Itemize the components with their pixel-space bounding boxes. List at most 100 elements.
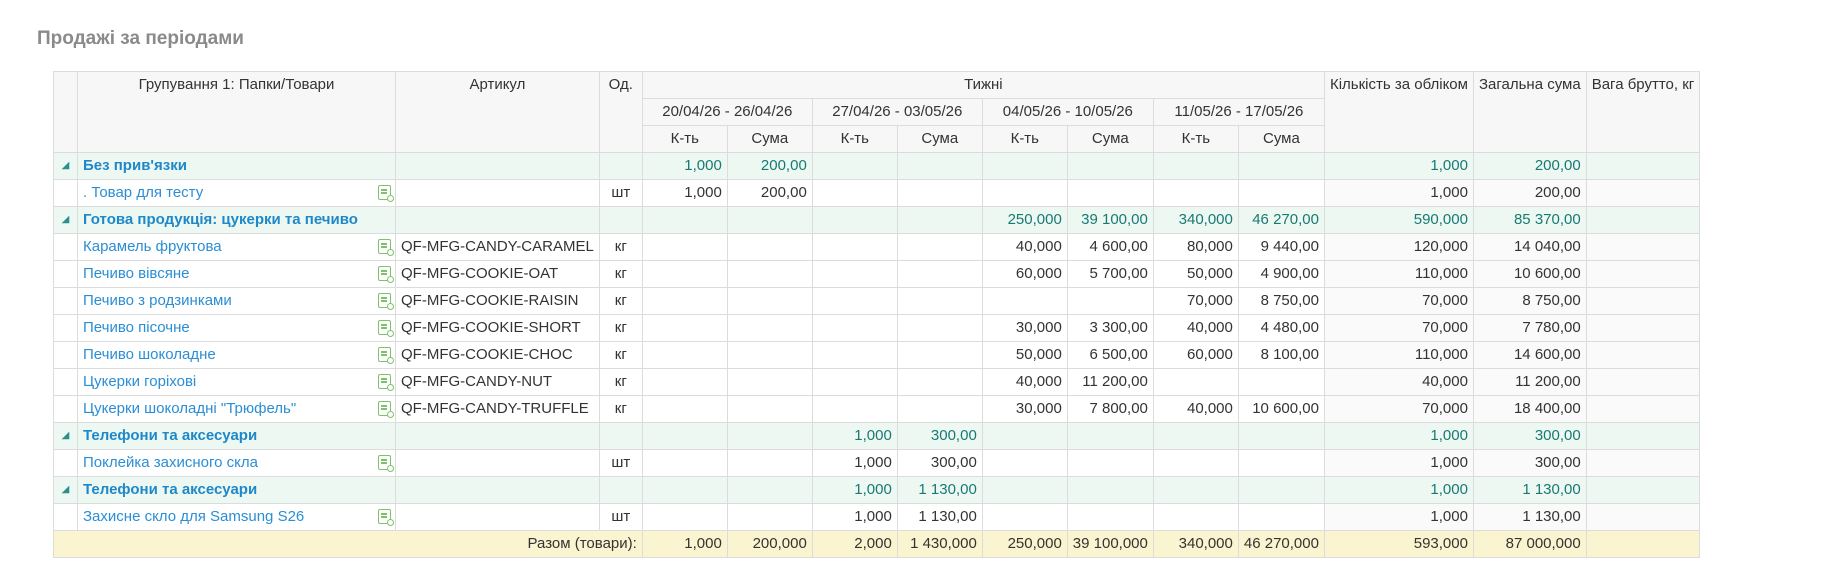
qty-subheader[interactable]: К-ть xyxy=(811,125,898,153)
weight-cell xyxy=(1585,395,1701,423)
table-row[interactable]: Печиво шоколадне QF-MFG-COOKIE-CHOC кг 50,0… xyxy=(53,341,1701,369)
product-link[interactable]: . Товар для тесту xyxy=(83,184,203,201)
expand-toggle[interactable]: ◢ xyxy=(53,152,78,180)
product-card-icon[interactable] xyxy=(378,239,394,256)
qty-total-cell: 70,000 xyxy=(1323,287,1474,315)
qty-subheader[interactable]: К-ть xyxy=(981,125,1068,153)
sum-cell: 200,00 xyxy=(726,179,813,207)
sum-cell xyxy=(896,287,983,315)
sum-cell: 300,00 xyxy=(896,449,983,477)
weeks-header: Тижні xyxy=(641,71,1325,99)
table-row[interactable]: . Товар для тесту шт 1,000 200,00 1,000 200,0… xyxy=(53,179,1701,207)
period-header: 11/05/26 - 17/05/26 xyxy=(1152,98,1325,126)
product-link[interactable]: Печиво з родзинками xyxy=(83,292,232,309)
sum-cell: 4 900,00 xyxy=(1237,260,1325,288)
expand-toggle[interactable]: ◢ xyxy=(53,476,78,504)
product-link[interactable]: Поклейка захисного скла xyxy=(83,454,258,471)
table-row[interactable]: Печиво пісочне QF-MFG-COOKIE-SHORT кг 30,00… xyxy=(53,314,1701,342)
product-link[interactable]: Печиво пісочне xyxy=(83,319,190,336)
qty-cell: 250,000 xyxy=(981,206,1068,234)
sum-subheader[interactable]: Сума xyxy=(896,125,983,153)
table-body: ◢ Без прив'язки 1,000 200,00 1,000 200,00. То… xyxy=(53,152,1701,531)
sum-cell xyxy=(726,260,813,288)
sum-cell: 10 600,00 xyxy=(1237,395,1325,423)
qty-cell xyxy=(641,287,728,315)
unit-cell xyxy=(598,422,643,450)
group-row[interactable]: ◢ Телефони та аксесуари 1,000 300,00 1,000 30… xyxy=(53,422,1701,450)
qty-subheader[interactable]: К-ть xyxy=(641,125,728,153)
sum-cell xyxy=(726,395,813,423)
qty-cell xyxy=(981,503,1068,531)
sum-subheader[interactable]: Сума xyxy=(726,125,813,153)
table-row[interactable]: Поклейка захисного скла шт 1,000 300,00 1,00… xyxy=(53,449,1701,477)
product-link[interactable]: Цукерки шоколадні "Трюфель" xyxy=(83,400,296,417)
caret-expanded-icon[interactable]: ◢ xyxy=(62,160,70,171)
qty-subheader[interactable]: К-ть xyxy=(1152,125,1239,153)
sum-cell xyxy=(896,368,983,396)
weight-cell xyxy=(1585,287,1701,315)
sum-cell xyxy=(1237,476,1325,504)
unit-cell: кг xyxy=(598,260,643,288)
table-row[interactable]: Цукерки горіхові QF-MFG-CANDY-NUT кг 40,000… xyxy=(53,368,1701,396)
total-cell: 2,000 xyxy=(811,530,898,558)
product-link[interactable]: Захисне скло для Samsung S26 xyxy=(83,508,304,525)
row-spacer xyxy=(53,314,78,342)
caret-expanded-icon[interactable]: ◢ xyxy=(62,430,70,441)
qty-cell xyxy=(981,287,1068,315)
caret-expanded-icon[interactable]: ◢ xyxy=(62,214,70,225)
product-card-icon[interactable] xyxy=(378,266,394,283)
group-row[interactable]: ◢ Готова продукція: цукерки та печиво 250,… xyxy=(53,206,1701,234)
product-link[interactable]: Печиво вівсяне xyxy=(83,265,189,282)
sum-cell xyxy=(1237,179,1325,207)
sum-total-column-header[interactable]: Загальна сума xyxy=(1472,71,1587,153)
qty-cell xyxy=(811,179,898,207)
product-card-icon[interactable] xyxy=(378,374,394,391)
table-row[interactable]: Карамель фруктова QF-MFG-CANDY-CARAMEL кг 4… xyxy=(53,233,1701,261)
group-row[interactable]: ◢ Без прив'язки 1,000 200,00 1,000 200,00 xyxy=(53,152,1701,180)
expand-column-header xyxy=(53,71,78,153)
expand-toggle[interactable]: ◢ xyxy=(53,206,78,234)
qty-cell xyxy=(811,314,898,342)
product-card-icon[interactable] xyxy=(378,293,394,310)
sum-cell xyxy=(726,449,813,477)
qty-cell: 340,000 xyxy=(1152,206,1239,234)
sum-total-cell: 14 600,00 xyxy=(1472,341,1587,369)
product-link[interactable]: Карамель фруктова xyxy=(83,238,222,255)
grouping-column-header[interactable]: Групування 1: Папки/Товари xyxy=(77,71,396,153)
article-cell: QF-MFG-COOKIE-CHOC xyxy=(395,341,600,369)
table-row[interactable]: Захисне скло для Samsung S26 шт 1,000 1 130… xyxy=(53,503,1701,531)
table-row[interactable]: Печиво з родзинками QF-MFG-COOKIE-RAISIN к… xyxy=(53,287,1701,315)
sum-subheader[interactable]: Сума xyxy=(1237,125,1325,153)
caret-expanded-icon[interactable]: ◢ xyxy=(62,484,70,495)
group-row[interactable]: ◢ Телефони та аксесуари 1,000 1 130,00 1,000… xyxy=(53,476,1701,504)
sum-cell: 7 800,00 xyxy=(1066,395,1154,423)
product-link[interactable]: Цукерки горіхові xyxy=(83,373,196,390)
qty-cell: 1,000 xyxy=(641,179,728,207)
product-card-icon[interactable] xyxy=(378,185,394,202)
sum-cell xyxy=(1066,152,1154,180)
weight-column-header[interactable]: Вага брутто, кг xyxy=(1585,71,1701,153)
total-row: Разом (товари): 1,000 200,000 2,000 1 43… xyxy=(53,530,1701,558)
qty-cell: 1,000 xyxy=(811,449,898,477)
table-row[interactable]: Печиво вівсяне QF-MFG-COOKIE-OAT кг 60,000 5… xyxy=(53,260,1701,288)
sum-total-cell: 300,00 xyxy=(1472,422,1587,450)
table-row[interactable]: Цукерки шоколадні "Трюфель" QF-MFG-CANDY-… xyxy=(53,395,1701,423)
qty-total-cell: 110,000 xyxy=(1323,260,1474,288)
qty-cell: 50,000 xyxy=(981,341,1068,369)
product-card-icon[interactable] xyxy=(378,509,394,526)
qty-total-column-header[interactable]: Кількість за обліком xyxy=(1323,71,1474,153)
product-card-icon[interactable] xyxy=(378,347,394,364)
sum-cell xyxy=(1066,179,1154,207)
expand-toggle[interactable]: ◢ xyxy=(53,422,78,450)
qty-cell: 40,000 xyxy=(1152,314,1239,342)
product-link[interactable]: Печиво шоколадне xyxy=(83,346,216,363)
unit-column-header[interactable]: Од. xyxy=(598,71,643,153)
product-card-icon[interactable] xyxy=(378,320,394,337)
product-card-icon[interactable] xyxy=(378,455,394,472)
qty-cell xyxy=(981,179,1068,207)
article-cell xyxy=(395,206,600,234)
article-column-header[interactable]: Артикул xyxy=(395,71,600,153)
sum-subheader[interactable]: Сума xyxy=(1066,125,1154,153)
product-card-icon[interactable] xyxy=(378,401,394,418)
weight-cell xyxy=(1585,368,1701,396)
